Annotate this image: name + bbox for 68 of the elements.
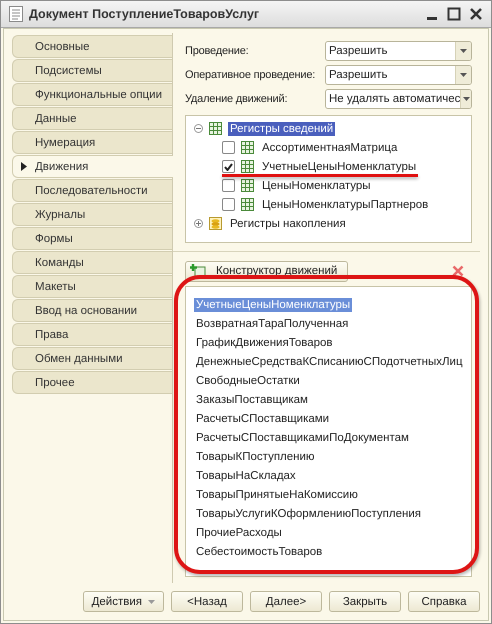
table-icon: [241, 160, 254, 173]
tree-node[interactable]: АссортиментнаяМатрица: [260, 140, 400, 154]
dropdown-arrow-icon: [460, 49, 467, 53]
side-tab[interactable]: Ввод на основании: [12, 299, 172, 322]
window-title: Документ ПоступлениеТоваровУслуг: [29, 7, 260, 21]
dropdown-arrow-icon: [462, 97, 470, 101]
tree-node[interactable]: ЦеныНоменклатурыПартнеров: [260, 198, 430, 212]
table-icon: [241, 141, 254, 154]
checkbox[interactable]: [222, 198, 235, 211]
list-item[interactable]: СвободныеОстатки: [194, 374, 302, 388]
delete-icon[interactable]: [452, 265, 464, 277]
checkbox[interactable]: [222, 160, 235, 173]
list-item[interactable]: ТоварыНаСкладах: [194, 468, 298, 482]
side-tab[interactable]: Команды: [12, 251, 172, 274]
wizard-icon: [190, 264, 206, 278]
table-icon: [241, 179, 254, 192]
dialog-button[interactable]: Справка: [408, 591, 480, 612]
maximize-icon[interactable]: [447, 7, 461, 21]
side-tab[interactable]: Последовательности: [12, 179, 172, 202]
side-tab[interactable]: Журналы: [12, 203, 172, 226]
list-item[interactable]: ТоварыПринятыеНаКомиссию: [194, 488, 360, 502]
tree-node[interactable]: ЦеныНоменклатуры: [260, 178, 373, 192]
tree-node[interactable]: Регистры накопления: [228, 216, 348, 230]
list-item[interactable]: СебестоимостьТоваров: [194, 544, 324, 558]
list-item[interactable]: ГрафикДвиженияТоваров: [194, 336, 335, 350]
document-icon: [9, 6, 23, 22]
dialog-button[interactable]: Действия: [82, 591, 164, 612]
checkbox[interactable]: [222, 141, 235, 154]
expand-icon[interactable]: [194, 219, 203, 228]
list-item[interactable]: ПрочиеРасходы: [194, 526, 284, 540]
side-tab[interactable]: Нумерация: [12, 131, 172, 154]
list-item[interactable]: ЗаказыПоставщикам: [194, 392, 310, 406]
dialog-button[interactable]: Далее>: [250, 591, 322, 612]
side-tab[interactable]: Движения: [12, 155, 173, 178]
close-icon[interactable]: [469, 7, 483, 21]
side-tab[interactable]: Основные: [12, 35, 172, 58]
dropdown-arrow-icon: [460, 73, 467, 77]
checkbox[interactable]: [222, 179, 235, 192]
list-item[interactable]: ДенежныеСредстваКСписаниюСПодотчетныхЛиц: [194, 354, 465, 368]
side-tab[interactable]: Обмен данными: [12, 347, 172, 370]
side-tab[interactable]: Данные: [12, 107, 172, 130]
table-icon: [209, 122, 222, 135]
dropdown-arrow-icon: [148, 600, 155, 604]
collapse-icon[interactable]: [194, 124, 203, 133]
list-item[interactable]: РасчетыСПоставщикамиПоДокументам: [194, 430, 411, 444]
side-tab[interactable]: Функциональные опции: [12, 83, 172, 106]
dropdown-field[interactable]: Разрешить: [325, 41, 472, 61]
tree-node[interactable]: УчетныеЦеныНоменклатуры: [260, 160, 418, 174]
list-item[interactable]: ТоварыУслугиКОформлениюПоступления: [194, 506, 423, 520]
tree-node[interactable]: Регистры сведений: [228, 122, 336, 136]
coins-icon: [209, 217, 222, 230]
field-label: Удаление движений:: [185, 93, 288, 105]
dropdown-field[interactable]: Не удалять автоматичес: [325, 89, 472, 109]
dropdown-field[interactable]: Разрешить: [325, 65, 472, 85]
list-item[interactable]: ТоварыКПоступлению: [194, 450, 317, 464]
side-tab[interactable]: Прочее: [12, 371, 172, 394]
list-item[interactable]: РасчетыСПоставщиками: [194, 412, 332, 426]
side-tab[interactable]: Формы: [12, 227, 172, 250]
dialog-button[interactable]: <Назад: [171, 591, 243, 612]
side-tab[interactable]: Макеты: [12, 275, 172, 298]
side-tab[interactable]: Подсистемы: [12, 59, 172, 82]
table-icon: [241, 198, 254, 211]
list-item[interactable]: ВозвратнаяТараПолученная: [194, 316, 350, 330]
side-tab[interactable]: Права: [12, 323, 172, 346]
field-label: Проведение:: [185, 45, 250, 57]
dialog-button[interactable]: Закрыть: [329, 591, 401, 612]
pointer-icon: [21, 162, 27, 171]
field-label: Оперативное проведение:: [185, 69, 316, 81]
